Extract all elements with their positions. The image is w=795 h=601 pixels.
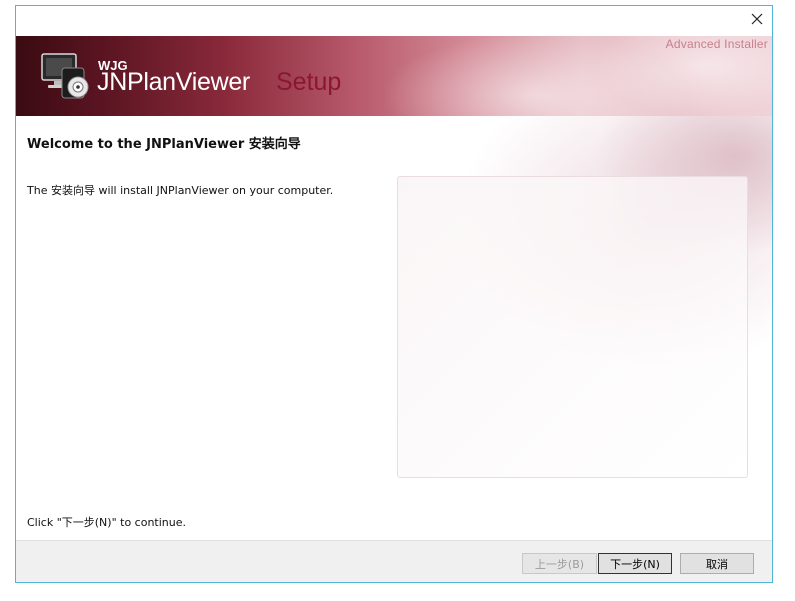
welcome-description: The 安装向导 will install JNPlanViewer on yo… — [27, 184, 334, 197]
welcome-title: Welcome to the JNPlanViewer 安装向导 — [27, 137, 301, 152]
next-button[interactable]: 下一步(N) — [598, 553, 672, 574]
installer-window: Advanced Installer WJG JNPlanViewer Setu… — [15, 5, 773, 583]
continue-instruction: Click "下一步(N)" to continue. — [27, 516, 187, 529]
welcome-content: Welcome to the JNPlanViewer 安装向导 The 安装向… — [16, 116, 772, 540]
product-name: JNPlanViewer — [97, 68, 250, 96]
computer-with-cd-icon — [40, 50, 92, 102]
button-bar: 上一步(B) 下一步(N) 取消 — [16, 540, 772, 582]
cancel-button[interactable]: 取消 — [680, 553, 754, 574]
decorative-image-panel — [397, 176, 748, 478]
back-button[interactable]: 上一步(B) — [522, 553, 597, 574]
header-banner: Advanced Installer WJG JNPlanViewer Setu… — [16, 36, 772, 116]
close-icon — [751, 13, 763, 25]
setup-label: Setup — [276, 68, 342, 96]
advanced-installer-watermark: Advanced Installer — [665, 37, 768, 51]
title-bar — [16, 6, 772, 36]
close-button[interactable] — [742, 6, 772, 32]
